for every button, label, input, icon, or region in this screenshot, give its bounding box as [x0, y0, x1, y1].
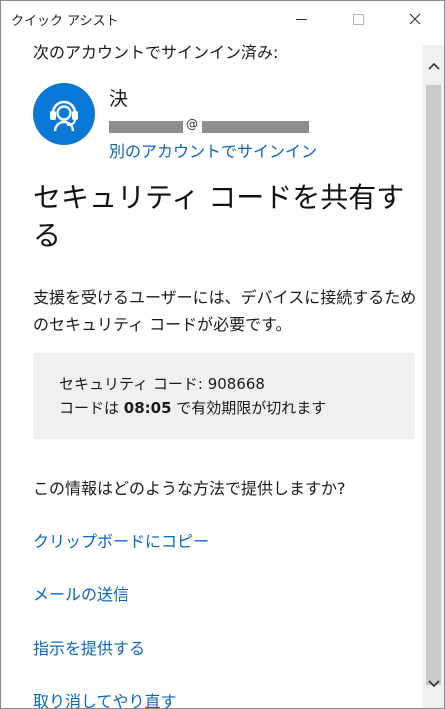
- main-content: 次のアカウントでサインイン済み: 決 @ 別のアカウントでサインイン セキュリテ…: [1, 1, 421, 708]
- signed-in-label: 次のアカウントでサインイン済み:: [33, 43, 279, 62]
- expiry-line: コードは 08:05 で有効期限が切れます: [59, 397, 326, 418]
- expiry-prefix: コードは: [59, 399, 124, 417]
- share-method-question: この情報はどのような方法で提供しますか?: [33, 479, 346, 498]
- security-code-value: 908668: [207, 375, 265, 393]
- scroll-up-button[interactable]: [423, 51, 444, 81]
- security-code-label: セキュリティ コード:: [59, 375, 208, 393]
- account-name: 決: [109, 88, 129, 110]
- provide-instructions-link[interactable]: 指示を提供する: [33, 635, 145, 659]
- email-redaction: [202, 121, 309, 133]
- switch-account-link[interactable]: 別のアカウントでサインイン: [109, 138, 317, 162]
- send-email-link[interactable]: メールの送信: [33, 581, 129, 605]
- email-redaction: [109, 121, 183, 133]
- security-code-box: セキュリティ コード: 908668 コードは 08:05 で有効期限が切れます: [33, 353, 415, 439]
- security-code-line: セキュリティ コード: 908668: [59, 373, 265, 394]
- scroll-down-button[interactable]: [423, 669, 444, 699]
- email-at-sign: @: [186, 117, 198, 131]
- avatar: [33, 83, 95, 145]
- scrollbar-thumb[interactable]: [426, 85, 441, 685]
- expiry-time: 08:05: [123, 399, 172, 417]
- cancel-and-restart-link[interactable]: 取り消してやり直す: [33, 688, 177, 708]
- description-text: 支援を受けるユーザーには、デバイスに接続するためのセキュリティ コードが必要です…: [33, 288, 417, 334]
- chevron-up-icon: [427, 62, 440, 70]
- expiry-suffix: で有効期限が切れます: [171, 399, 327, 417]
- page-title: セキュリティ コードを共有する: [33, 181, 405, 252]
- headset-agent-icon: [50, 100, 78, 132]
- copy-to-clipboard-link[interactable]: クリップボードにコピー: [33, 528, 209, 552]
- vertical-scrollbar[interactable]: [423, 45, 444, 708]
- account-email: @: [109, 117, 309, 133]
- chevron-down-icon: [427, 680, 440, 688]
- quick-assist-window: クイック アシスト 次のアカウントでサインイン済み: 決 @ 別のアカウントでサ…: [0, 0, 445, 709]
